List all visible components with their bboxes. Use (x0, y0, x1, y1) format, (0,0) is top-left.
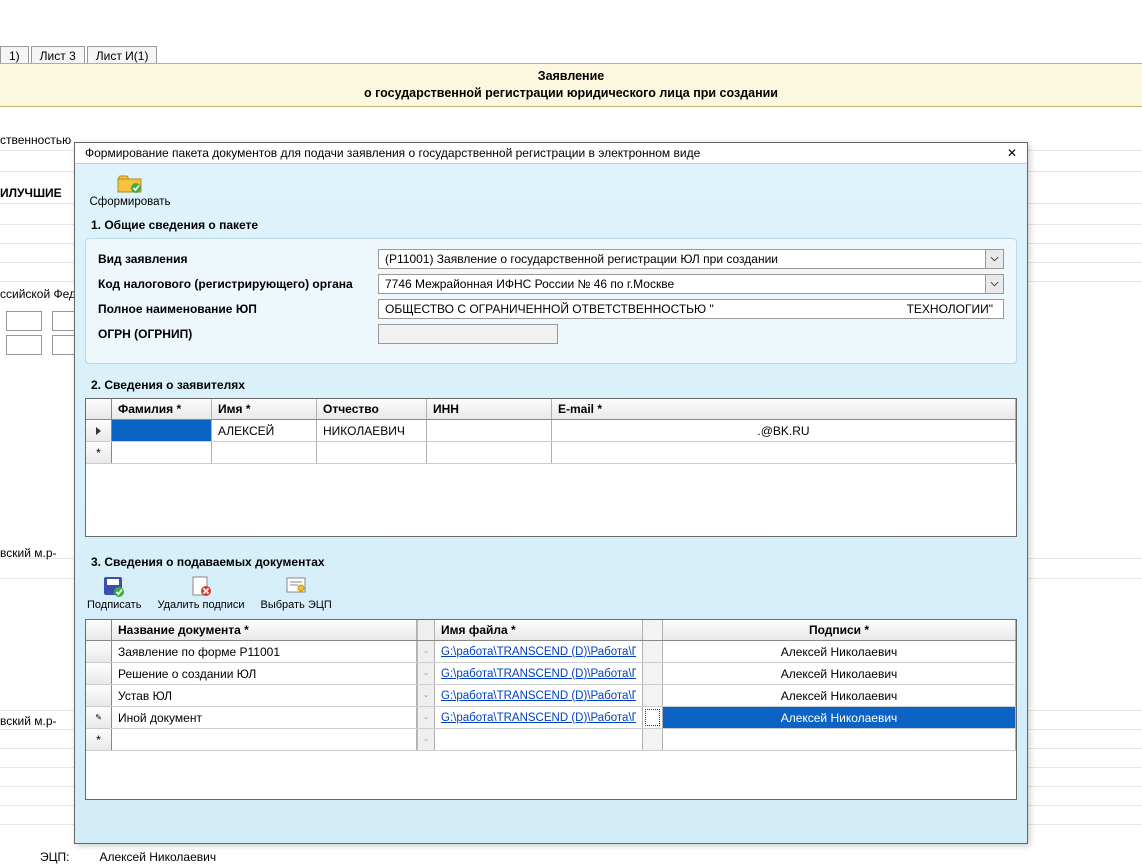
form-button-label: Сформировать (89, 196, 170, 208)
chevron-down-icon[interactable] (417, 641, 435, 662)
chevron-down-icon[interactable] (417, 663, 435, 684)
label-vid: Вид заявления (98, 252, 378, 266)
bg-input-a1[interactable] (6, 311, 42, 331)
docs-toolbar: Подписать Удалить подписи Выбрать ЭЦП (87, 575, 1017, 611)
chevron-down-icon[interactable] (417, 685, 435, 706)
vid-dropdown[interactable]: (Р11001) Заявление о государственной рег… (378, 249, 1004, 269)
bg-cut-text-2: ИЛУЧШИЕ (0, 186, 62, 200)
bg-cut-text-1: ственностью (0, 133, 71, 147)
document-new-row[interactable] (86, 729, 1016, 751)
file-link[interactable]: G:\работа\TRANSCEND (D)\Работа\П... (441, 690, 636, 702)
rowhead (86, 399, 112, 419)
document-row[interactable]: Устав ЮЛ G:\работа\TRANSCEND (D)\Работа\… (86, 685, 1016, 707)
chevron-down-icon[interactable] (417, 707, 435, 728)
package-dialog: Формирование пакета документов для подач… (74, 142, 1028, 844)
col-email[interactable]: E-mail * (552, 399, 1016, 419)
save-sign-icon (102, 575, 126, 597)
col-inn[interactable]: ИНН (427, 399, 552, 419)
ecp-value: Алексей Николаевич (99, 850, 216, 864)
label-name: Полное наименование ЮП (98, 302, 378, 316)
file-link[interactable]: G:\работа\TRANSCEND (D)\Работа\П... (441, 668, 636, 680)
bg-cut-text-4: вский м.р- (0, 546, 56, 560)
section3-title: 3. Сведения о подаваемых документах (91, 555, 1017, 569)
document-row-selected[interactable]: ✎ Иной документ G:\работа\TRANSCEND (D)\… (86, 707, 1016, 729)
bg-input-b1[interactable] (6, 335, 42, 355)
form-button[interactable]: Сформировать (85, 172, 175, 208)
file-link[interactable]: G:\работа\TRANSCEND (D)\Работа\П... (441, 646, 636, 658)
bg-title-line1: Заявление (0, 68, 1142, 85)
col-file[interactable]: Имя файла * (435, 620, 643, 640)
col-ot[interactable]: Отчество (317, 399, 427, 419)
col-fam[interactable]: Фамилия * (112, 399, 212, 419)
cell-email[interactable]: .@BK.RU (552, 420, 1016, 441)
certificate-icon (284, 575, 308, 597)
dialog-titlebar: Формирование пакета документов для подач… (75, 143, 1027, 164)
document-row[interactable]: Заявление по форме Р11001 G:\работа\TRAN… (86, 641, 1016, 663)
col-doc[interactable]: Название документа * (112, 620, 417, 640)
folder-check-icon (117, 172, 143, 194)
close-icon[interactable]: ✕ (1003, 146, 1021, 160)
section1-panel: Вид заявления (Р11001) Заявление о госуд… (85, 238, 1017, 364)
bg-ecp: ЭЦП: Алексей Николаевич (40, 850, 216, 864)
kod-dropdown[interactable]: 7746 Межрайонная ИФНС России № 46 по г.М… (378, 274, 1004, 294)
bg-title: Заявление о государственной регистрации … (0, 63, 1142, 107)
name-input[interactable]: ОБЩЕСТВО С ОГРАНИЧЕННОЙ ОТВЕТСТВЕННОСТЬЮ… (378, 299, 1004, 319)
col-sign[interactable]: Подписи * (663, 620, 1016, 640)
bg-cut-text-3: ссийской Фед (0, 287, 76, 301)
chevron-down-icon[interactable] (417, 729, 435, 750)
new-row-icon (86, 729, 112, 750)
chevron-down-icon[interactable] (985, 275, 1003, 293)
edit-indicator-icon: ✎ (86, 707, 112, 728)
unsign-button[interactable]: Удалить подписи (157, 575, 244, 611)
delete-sign-icon (189, 575, 213, 597)
document-row[interactable]: Решение о создании ЮЛ G:\работа\TRANSCEN… (86, 663, 1016, 685)
cell-fam[interactable] (112, 420, 212, 441)
choose-ecp-button[interactable]: Выбрать ЭЦП (261, 575, 332, 611)
row-selector-icon[interactable] (86, 420, 112, 441)
cell-name[interactable]: АЛЕКСЕЙ (212, 420, 317, 441)
section1-title: 1. Общие сведения о пакете (91, 218, 1017, 232)
ecp-label: ЭЦП: (40, 850, 69, 864)
applicant-new-row[interactable] (86, 442, 1016, 464)
bg-cut-text-5: вский м.р- (0, 714, 56, 728)
dialog-title: Формирование пакета документов для подач… (85, 146, 700, 160)
chevron-down-icon[interactable] (985, 250, 1003, 268)
bg-title-line2: о государственной регистрации юридическо… (0, 85, 1142, 102)
documents-grid: Название документа * Имя файла * Подписи… (85, 619, 1017, 800)
col-name[interactable]: Имя * (212, 399, 317, 419)
label-kod: Код налогового (регистрирующего) органа (98, 277, 378, 291)
sign-button[interactable]: Подписать (87, 575, 141, 611)
ogrn-input[interactable] (378, 324, 558, 344)
label-ogrn: ОГРН (ОГРНИП) (98, 327, 378, 341)
file-link[interactable]: G:\работа\TRANSCEND (D)\Работа\П... (441, 712, 636, 724)
applicants-grid: Фамилия * Имя * Отчество ИНН E-mail * АЛ… (85, 398, 1017, 537)
applicant-row[interactable]: АЛЕКСЕЙ НИКОЛАЕВИЧ .@BK.RU (86, 420, 1016, 442)
section2-title: 2. Сведения о заявителях (91, 378, 1017, 392)
cell-inn[interactable] (427, 420, 552, 441)
cell-ot[interactable]: НИКОЛАЕВИЧ (317, 420, 427, 441)
new-row-icon (86, 442, 112, 463)
